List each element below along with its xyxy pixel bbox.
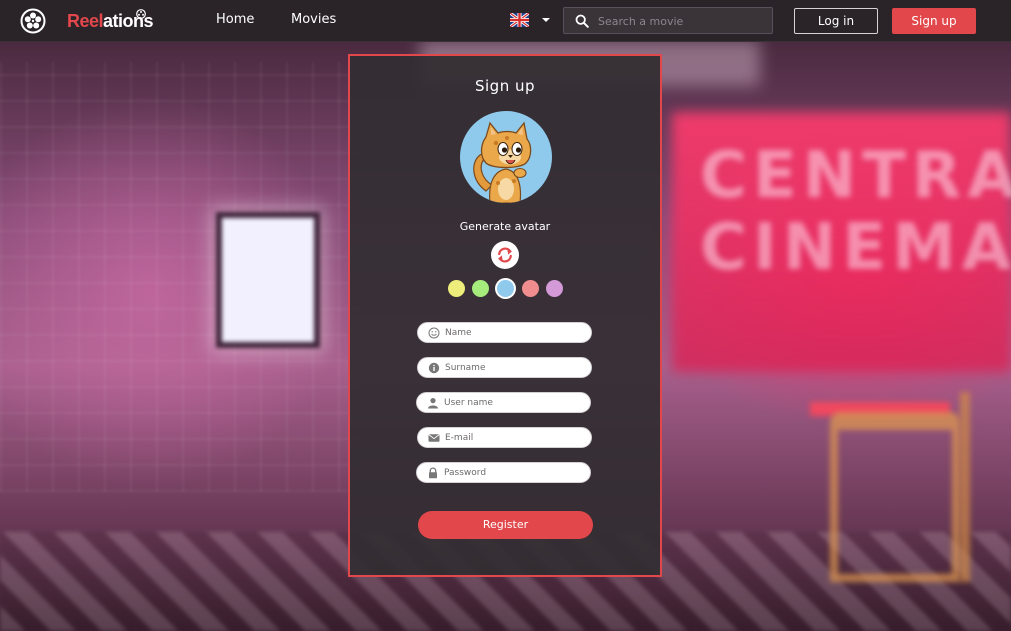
email-input[interactable] xyxy=(445,429,585,446)
signup-panel: Sign up Generate avatar Name Surname Use… xyxy=(348,54,662,577)
login-button[interactable]: Log in xyxy=(794,8,878,34)
generate-avatar-label: Generate avatar xyxy=(459,220,551,233)
avatar-color-green[interactable] xyxy=(472,280,489,297)
surname-input[interactable] xyxy=(445,359,585,376)
user-icon xyxy=(428,398,438,409)
language-dropdown-caret-icon[interactable] xyxy=(541,15,551,25)
background-lit-poster xyxy=(216,212,320,348)
password-field[interactable] xyxy=(416,462,591,483)
email-field[interactable] xyxy=(417,427,592,448)
background-sign-text: CENTRAL CINEMA xyxy=(700,139,1011,285)
refresh-icon xyxy=(498,247,512,263)
register-button[interactable]: Register xyxy=(418,511,593,539)
avatar-color-blue[interactable] xyxy=(497,280,514,297)
nav-link-home[interactable]: Home xyxy=(216,12,254,27)
nav-link-movies[interactable]: Movies xyxy=(291,12,336,27)
surname-field[interactable] xyxy=(417,357,592,378)
search-icon[interactable] xyxy=(575,14,589,28)
name-input[interactable] xyxy=(445,324,585,341)
name-field[interactable] xyxy=(417,322,592,343)
avatar-preview xyxy=(460,111,552,203)
background-chair xyxy=(830,412,960,582)
info-icon xyxy=(428,362,440,374)
lock-icon xyxy=(429,467,437,479)
background-chair-2 xyxy=(960,392,1011,582)
brand-logo-part-1: Reel xyxy=(67,11,104,31)
film-reel-logo-icon[interactable] xyxy=(20,8,46,34)
username-field[interactable] xyxy=(416,392,591,413)
signup-nav-button[interactable]: Sign up xyxy=(892,8,976,34)
signup-title: Sign up xyxy=(474,77,535,95)
uk-flag-icon[interactable] xyxy=(510,13,529,27)
avatar-color-salmon[interactable] xyxy=(522,280,539,297)
search-input[interactable] xyxy=(598,11,768,31)
username-input[interactable] xyxy=(444,394,584,411)
avatar-color-yellow[interactable] xyxy=(448,280,465,297)
brand-reel-icon xyxy=(136,9,146,19)
regenerate-avatar-button[interactable] xyxy=(491,241,519,269)
avatar-color-lilac[interactable] xyxy=(546,280,563,297)
top-navbar: Reelations Home Movies Log in Sign up xyxy=(0,0,1011,42)
password-input[interactable] xyxy=(444,464,584,481)
smiley-icon xyxy=(428,327,440,339)
envelope-icon xyxy=(428,434,440,442)
search-box[interactable] xyxy=(563,7,773,34)
cat-avatar-icon xyxy=(473,121,532,203)
